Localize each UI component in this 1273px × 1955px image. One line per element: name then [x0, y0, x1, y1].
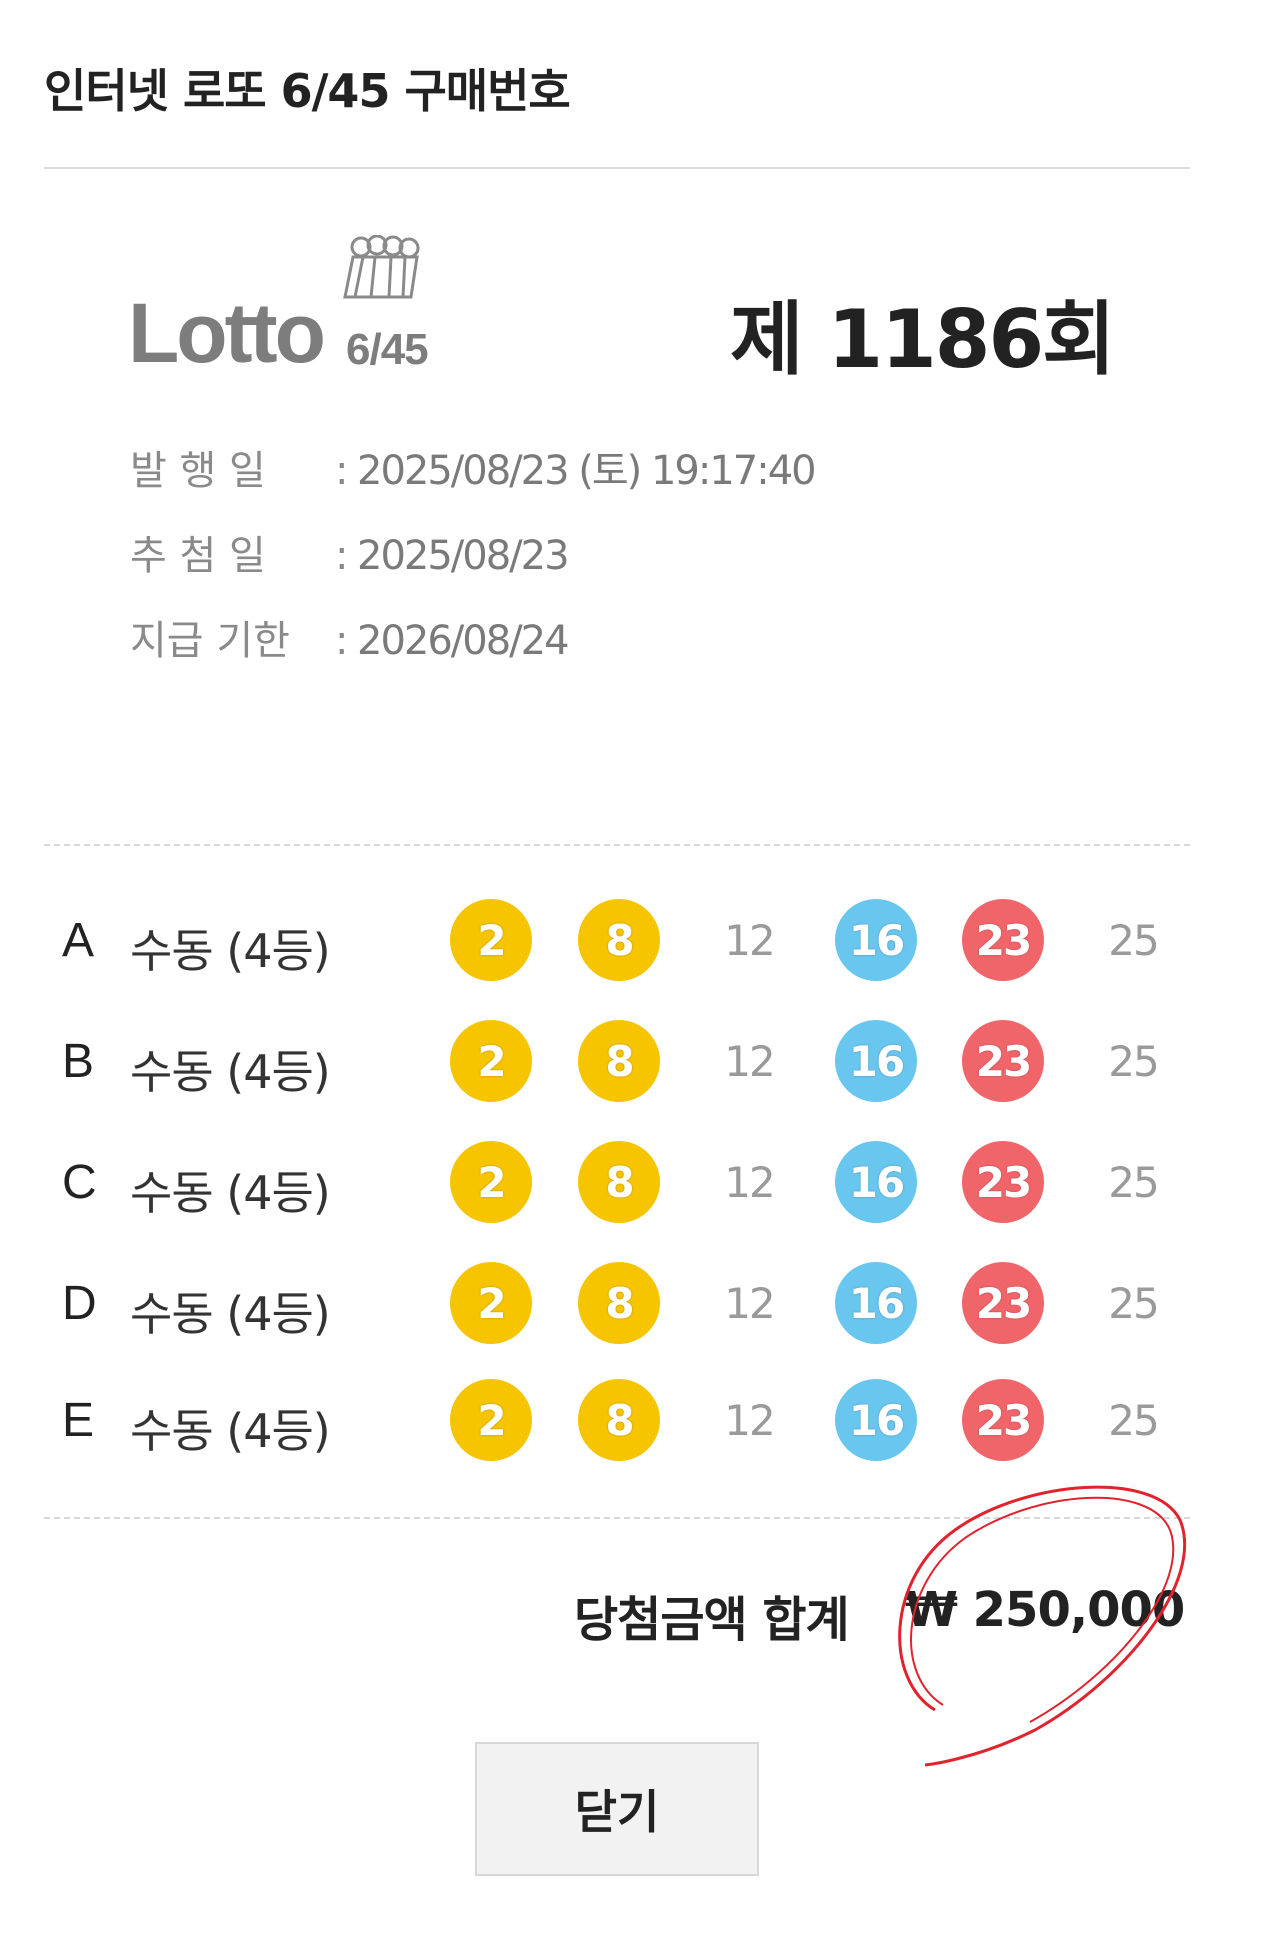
separator: : [335, 448, 349, 494]
game-row: C 수동 (4등) 2 8 12 16 23 25 [0, 1137, 1273, 1227]
issue-date-value: 2025/08/23 (토) 19:17:40 [357, 448, 817, 494]
separator: : [335, 533, 349, 579]
game-letter: D [62, 1277, 97, 1330]
hand-drawn-circle-mark [898, 1485, 1187, 1767]
lotto-ball: 2 [450, 1379, 532, 1461]
lotto-ball: 23 [962, 1020, 1044, 1102]
game-type: 수동 (4등) [130, 1045, 331, 1099]
lotto-ball: 23 [962, 899, 1044, 981]
game-type: 수동 (4등) [130, 1404, 331, 1458]
lotto-number: 25 [1108, 1036, 1159, 1086]
game-row: E 수동 (4등) 2 8 12 16 23 25 [0, 1375, 1273, 1465]
lotto-ball: 8 [578, 1262, 660, 1344]
lotto-number: 25 [1108, 915, 1159, 965]
lotto-number: 12 [724, 915, 775, 965]
lotto-ball: 8 [578, 1379, 660, 1461]
draw-date-row: 추 첨 일:2025/08/23 [130, 523, 570, 581]
payment-deadline-value: 2026/08/24 [357, 618, 570, 664]
total-label: 당첨금액 합계 [574, 1592, 850, 1648]
lotto-ball: 2 [450, 1262, 532, 1344]
lotto-ball: 16 [835, 1020, 917, 1102]
lotto-ball: 16 [835, 1379, 917, 1461]
lotto-ball: 8 [578, 899, 660, 981]
round-number: 제 1186회 [730, 293, 1116, 386]
lotto-number: 12 [724, 1157, 775, 1207]
payment-deadline-row: 지급 기한:2026/08/24 [130, 608, 570, 666]
game-type: 수동 (4등) [130, 924, 331, 978]
game-letter: C [62, 1156, 97, 1209]
separator: : [335, 618, 349, 664]
game-type: 수동 (4등) [130, 1166, 331, 1220]
lotto-ball: 2 [450, 899, 532, 981]
lotto-ball: 23 [962, 1379, 1044, 1461]
game-row: A 수동 (4등) 2 8 12 16 23 25 [0, 895, 1273, 985]
lotto-ball: 2 [450, 1020, 532, 1102]
issue-date-row: 발 행 일:2025/08/23 (토) 19:17:40 [130, 438, 817, 496]
game-type: 수동 (4등) [130, 1287, 331, 1341]
lotto-logo: Lotto 6/45 [128, 235, 458, 380]
lotto-number: 12 [724, 1395, 775, 1445]
game-letter: A [62, 914, 95, 967]
lotto-ball: 8 [578, 1020, 660, 1102]
games-divider-top [44, 844, 1190, 846]
lotto-ball: 16 [835, 1141, 917, 1223]
game-row: B 수동 (4등) 2 8 12 16 23 25 [0, 1016, 1273, 1106]
game-row: D 수동 (4등) 2 8 12 16 23 25 [0, 1258, 1273, 1348]
lotto-number: 12 [724, 1036, 775, 1086]
lotto-ball: 2 [450, 1141, 532, 1223]
lotto-number: 12 [724, 1278, 775, 1328]
logo-text: Lotto [128, 286, 326, 380]
lottery-machine-icon [343, 235, 420, 299]
draw-date-value: 2025/08/23 [357, 533, 570, 579]
game-letter: E [62, 1394, 95, 1447]
lotto-ball: 16 [835, 1262, 917, 1344]
lotto-number: 25 [1108, 1278, 1159, 1328]
lotto-ball: 23 [962, 1262, 1044, 1344]
page-title: 인터넷 로또 6/45 구매번호 [44, 64, 571, 118]
draw-date-label: 추 첨 일 [130, 533, 266, 579]
header-divider [44, 167, 1190, 169]
payment-deadline-label: 지급 기한 [130, 618, 290, 664]
logo-subtext: 6/45 [346, 325, 429, 374]
lotto-number: 25 [1108, 1157, 1159, 1207]
lotto-ball: 16 [835, 899, 917, 981]
close-button[interactable]: 닫기 [475, 1742, 759, 1876]
lotto-ball: 23 [962, 1141, 1044, 1223]
lotto-ball: 8 [578, 1141, 660, 1223]
issue-date-label: 발 행 일 [130, 448, 266, 494]
game-letter: B [62, 1035, 95, 1088]
lotto-number: 25 [1108, 1395, 1159, 1445]
